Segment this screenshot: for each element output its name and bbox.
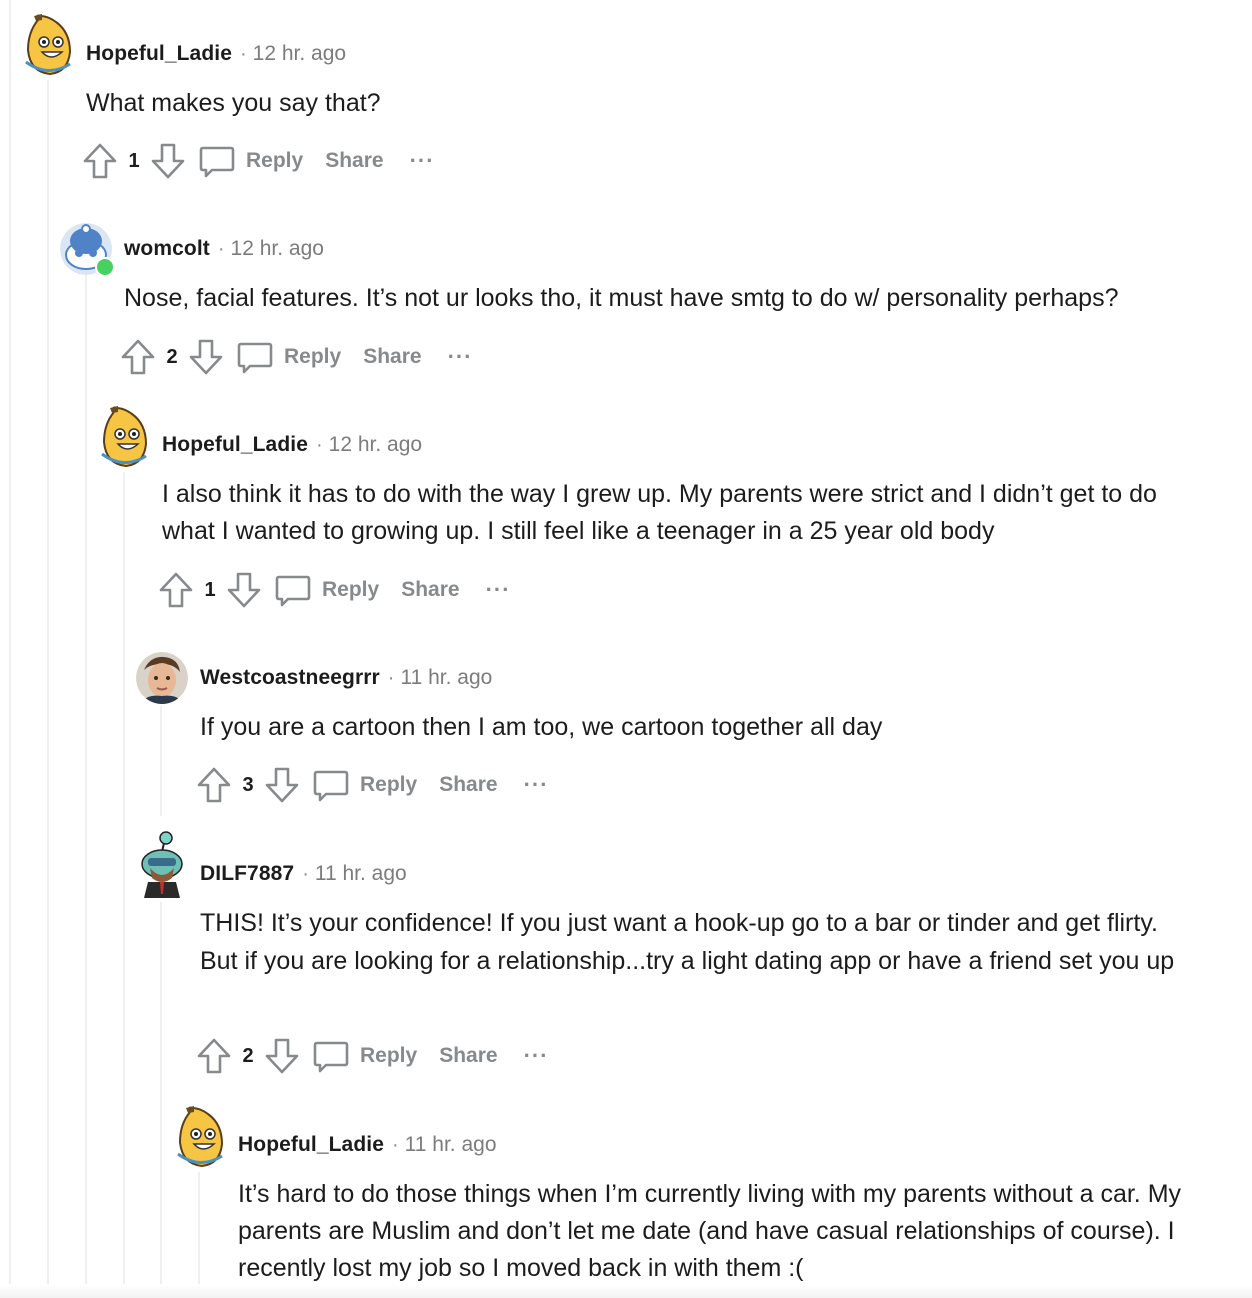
timestamp[interactable]: 11 hr. ago: [405, 1133, 497, 1157]
avatar[interactable]: [174, 1104, 226, 1170]
reply-label: Reply: [284, 345, 342, 368]
username[interactable]: DILF7887: [200, 862, 294, 886]
comment-bubble-icon: [274, 571, 312, 609]
comment-body: Nose, facial features. It’s not ur looks…: [124, 284, 1119, 312]
downvote-icon[interactable]: [226, 571, 262, 609]
comment-bubble-icon: [236, 338, 274, 376]
downvote-icon[interactable]: [264, 766, 300, 804]
comment-body: It’s hard to do those things when I’m cu…: [238, 1180, 1182, 1282]
comment-actions: 3 Reply Share ···: [196, 765, 549, 805]
comment-actions: 2 Reply Share ···: [196, 1036, 549, 1076]
reply-label: Reply: [322, 578, 380, 601]
thread-line[interactable]: [160, 902, 162, 1298]
avatar[interactable]: [22, 12, 74, 78]
avatar[interactable]: [136, 830, 188, 900]
separator-dot: ·: [217, 237, 225, 260]
upvote-icon[interactable]: [196, 1037, 232, 1075]
share-button[interactable]: Share: [325, 149, 383, 173]
comment-bubble-icon: [312, 766, 350, 804]
avatar[interactable]: [98, 404, 150, 470]
thread-line[interactable]: [198, 1172, 200, 1298]
thread-line[interactable]: [85, 274, 87, 1298]
share-button[interactable]: Share: [401, 578, 459, 602]
share-button[interactable]: Share: [439, 1044, 497, 1068]
comment-bubble-icon: [198, 142, 236, 180]
username[interactable]: Hopeful_Ladie: [238, 1133, 384, 1157]
username[interactable]: womcolt: [124, 237, 210, 261]
separator-dot: ·: [302, 862, 309, 885]
comment-bubble-icon: [312, 1037, 350, 1075]
separator-dot: ·: [239, 42, 247, 65]
share-button[interactable]: Share: [439, 773, 497, 797]
more-options-icon[interactable]: ···: [486, 577, 511, 603]
timestamp[interactable]: 12 hr. ago: [329, 433, 422, 457]
upvote-icon[interactable]: [158, 571, 194, 609]
thread-line[interactable]: [160, 706, 162, 816]
online-status-indicator: [95, 257, 115, 277]
upvote-icon[interactable]: [120, 338, 156, 376]
upvote-icon[interactable]: [82, 142, 118, 180]
vote-score: 2: [166, 345, 178, 368]
reply-label: Reply: [246, 149, 304, 172]
username[interactable]: Westcoastneegrrr: [200, 666, 380, 690]
more-options-icon[interactable]: ···: [410, 148, 435, 174]
vote-score: 3: [242, 773, 254, 796]
vote-score: 1: [204, 578, 216, 601]
downvote-icon[interactable]: [150, 142, 186, 180]
comment-thread: Hopeful_Ladie · 12 hr. ago What makes yo…: [0, 0, 1252, 1298]
comment-body: THIS! It’s your confidence! If you just …: [200, 909, 1175, 975]
reply-button[interactable]: Reply: [236, 338, 341, 376]
more-options-icon[interactable]: ···: [524, 772, 549, 798]
more-options-icon[interactable]: ···: [448, 344, 473, 370]
thread-line[interactable]: [47, 80, 49, 1298]
reply-button[interactable]: Reply: [312, 1037, 417, 1075]
username[interactable]: Hopeful_Ladie: [86, 42, 232, 66]
downvote-icon[interactable]: [188, 338, 224, 376]
thread-line[interactable]: [9, 0, 11, 1298]
downvote-icon[interactable]: [264, 1037, 300, 1075]
reply-button[interactable]: Reply: [274, 571, 379, 609]
comment-actions: 2 Reply Share ···: [120, 337, 473, 377]
separator-dot: ·: [315, 433, 323, 456]
comment-body: I also think it has to do with the way I…: [162, 480, 1157, 545]
timestamp[interactable]: 12 hr. ago: [231, 237, 324, 261]
comment-actions: 1 Reply Share ···: [158, 570, 511, 610]
separator-dot: ·: [391, 1133, 399, 1156]
share-button[interactable]: Share: [363, 345, 421, 369]
timestamp[interactable]: 11 hr. ago: [315, 862, 407, 886]
reply-label: Reply: [360, 773, 418, 796]
username[interactable]: Hopeful_Ladie: [162, 433, 308, 457]
timestamp[interactable]: 12 hr. ago: [253, 42, 346, 66]
reply-button[interactable]: Reply: [198, 142, 303, 180]
more-options-icon[interactable]: ···: [524, 1043, 549, 1069]
bottom-fade: [0, 1284, 1252, 1298]
separator-dot: ·: [387, 666, 395, 689]
vote-score: 1: [128, 149, 140, 172]
upvote-icon[interactable]: [196, 766, 232, 804]
comment-body: If you are a cartoon then I am too, we c…: [200, 713, 883, 741]
reply-label: Reply: [360, 1044, 418, 1067]
vote-score: 2: [242, 1044, 254, 1067]
comment-body: What makes you say that?: [86, 89, 381, 117]
reply-button[interactable]: Reply: [312, 766, 417, 804]
comment-actions: 1 Reply Share ···: [82, 141, 435, 181]
thread-line[interactable]: [123, 472, 125, 1298]
avatar[interactable]: [136, 652, 188, 704]
timestamp[interactable]: 11 hr. ago: [400, 666, 492, 690]
